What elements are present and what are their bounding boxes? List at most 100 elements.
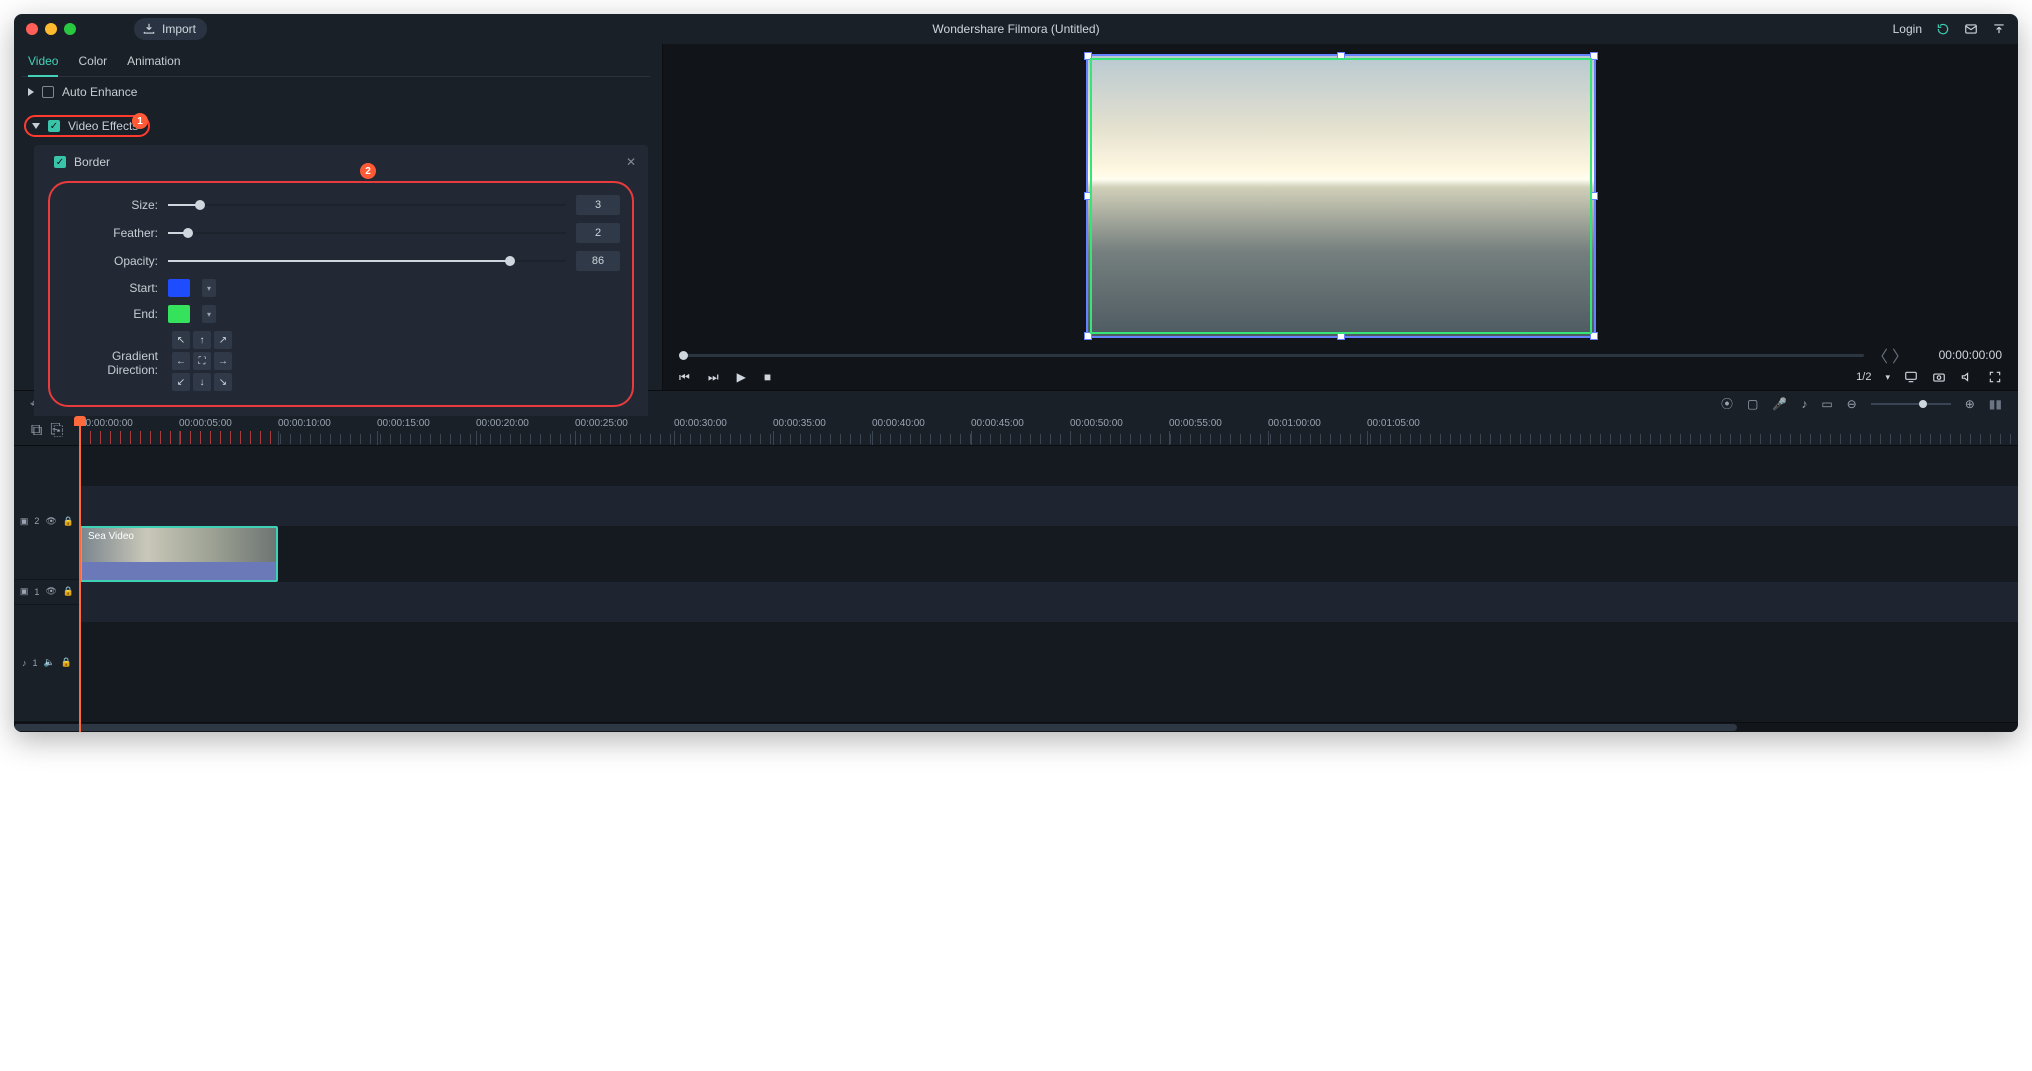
ratio-icon[interactable]: ▭ <box>1821 397 1832 411</box>
grad-dir-se[interactable]: ↘ <box>214 373 232 391</box>
tab-color[interactable]: Color <box>78 50 107 76</box>
minimize-window-icon[interactable] <box>45 23 57 35</box>
grad-dir-sw[interactable]: ↙ <box>172 373 190 391</box>
mic-icon[interactable]: 🎤 <box>1772 397 1787 411</box>
video-effects-label: Video Effects <box>68 119 138 133</box>
feather-value[interactable]: 2 <box>576 223 620 243</box>
auto-enhance-section: Auto Enhance <box>22 77 650 107</box>
tab-animation[interactable]: Animation <box>127 50 180 76</box>
video-track-icon: ▣ <box>20 586 29 597</box>
end-color-swatch[interactable] <box>168 305 190 323</box>
grad-dir-nw[interactable]: ↖ <box>172 331 190 349</box>
stop-icon[interactable]: ■ <box>764 370 771 385</box>
zoom-out-icon[interactable]: ⊖ <box>1847 397 1857 411</box>
audio-track-icon: ♪ <box>22 658 27 668</box>
mixer-icon[interactable]: ♪ <box>1801 397 1807 411</box>
feather-label: Feather: <box>62 226 158 240</box>
preview-controls: ⏮ ⏭ ▶ ■ 1/2 ▾ <box>663 364 2018 390</box>
resize-handle-e[interactable] <box>1590 192 1598 200</box>
timeline-tracks: ▣2 👁 🔒 ▣1 👁 🔒 ♪1 🔈 🔒 <box>14 446 2018 722</box>
grad-dir-n[interactable]: ↑ <box>193 331 211 349</box>
auto-enhance-checkbox[interactable] <box>42 86 54 98</box>
grad-dir-w[interactable]: ← <box>172 352 190 370</box>
playhead[interactable] <box>79 416 81 732</box>
refresh-icon[interactable] <box>1936 22 1950 36</box>
size-value[interactable]: 3 <box>576 195 620 215</box>
close-window-icon[interactable] <box>26 23 38 35</box>
timeline-scrollbar[interactable] <box>14 722 2018 732</box>
size-slider[interactable] <box>168 204 566 206</box>
ruler-tick: 00:00:10:00 <box>278 418 331 429</box>
login-link[interactable]: Login <box>1893 22 1922 36</box>
ruler-head-tools: ⧉ ⎘ <box>14 416 80 445</box>
grad-dir-center[interactable]: ⛶ <box>193 352 211 370</box>
lock-icon[interactable]: 🔒 <box>61 657 72 668</box>
fullscreen-icon[interactable] <box>1988 370 2002 384</box>
toggle-arrow-icon[interactable] <box>28 88 34 96</box>
zoom-slider[interactable] <box>1871 403 1951 405</box>
lock-icon[interactable]: 🔒 <box>63 516 74 527</box>
ruler-scale[interactable]: 00:00:00:0000:00:05:0000:00:10:0000:00:1… <box>80 416 2018 445</box>
end-color-dropdown[interactable]: ▾ <box>202 305 216 323</box>
preview-scrubber[interactable] <box>679 354 1864 357</box>
step-forward-icon[interactable]: ⏭ <box>708 370 719 385</box>
chevron-down-icon[interactable]: ▾ <box>1885 372 1890 383</box>
toggle-arrow-icon[interactable] <box>32 123 40 129</box>
tab-video[interactable]: Video <box>28 50 58 76</box>
annotation-badge-2: 2 <box>360 163 376 179</box>
track-head-a1: ♪1 🔈 🔒 <box>14 605 80 722</box>
feather-slider[interactable] <box>168 232 566 234</box>
export-icon[interactable] <box>1992 22 2006 36</box>
grad-dir-s[interactable]: ↓ <box>193 373 211 391</box>
clip-title: Sea Video <box>88 531 134 542</box>
close-icon[interactable]: ✕ <box>626 155 636 169</box>
lock-icon[interactable]: 🔒 <box>63 586 74 597</box>
resize-handle-n[interactable] <box>1337 52 1345 60</box>
video-track-icon: ▣ <box>20 516 29 527</box>
maximize-window-icon[interactable] <box>64 23 76 35</box>
preview-frame[interactable] <box>1086 54 1596 338</box>
zoom-in-icon[interactable]: ⊕ <box>1965 397 1975 411</box>
timeline-clip[interactable]: Sea Video <box>80 526 278 582</box>
window-controls <box>26 23 76 35</box>
resize-handle-sw[interactable] <box>1084 332 1092 340</box>
start-color-dropdown[interactable]: ▾ <box>202 279 216 297</box>
inspector-tabs: Video Color Animation <box>22 44 650 77</box>
resize-handle-ne[interactable] <box>1590 52 1598 60</box>
resize-handle-w[interactable] <box>1084 192 1092 200</box>
preview-scale[interactable]: 1/2 <box>1856 371 1871 383</box>
grad-dir-ne[interactable]: ↗ <box>214 331 232 349</box>
camera-icon[interactable] <box>1932 370 1946 384</box>
render-icon[interactable]: ⦿ <box>1721 395 1733 412</box>
import-button[interactable]: Import <box>134 18 207 40</box>
grad-dir-e[interactable]: → <box>214 352 232 370</box>
start-color-swatch[interactable] <box>168 279 190 297</box>
ruler-tick: 00:00:45:00 <box>971 418 1024 429</box>
preview-viewport[interactable] <box>663 44 2018 346</box>
fit-timeline-icon[interactable]: ▮▮ <box>1989 397 2002 411</box>
magnet-icon[interactable]: ⧉ <box>31 422 42 440</box>
visibility-icon[interactable]: 👁 <box>45 586 56 597</box>
volume-icon[interactable] <box>1960 370 1974 384</box>
timeline-panel: ⧉ ⎘ 00:00:00:0000:00:05:0000:00:10:0000:… <box>14 416 2018 732</box>
resize-handle-se[interactable] <box>1590 332 1598 340</box>
timeline-ruler: ⧉ ⎘ 00:00:00:0000:00:05:0000:00:10:0000:… <box>14 416 2018 446</box>
resize-handle-nw[interactable] <box>1084 52 1092 60</box>
mail-icon[interactable] <box>1964 22 1978 36</box>
clip-audio-lane <box>82 562 276 580</box>
visibility-icon[interactable]: 👁 <box>45 516 56 527</box>
play-icon[interactable]: ▶ <box>737 370 746 385</box>
opacity-value[interactable]: 86 <box>576 251 620 271</box>
mute-icon[interactable]: 🔈 <box>44 657 55 668</box>
link-icon[interactable]: ⎘ <box>50 422 63 440</box>
timeline-body[interactable]: Sea Video <box>80 446 2018 722</box>
opacity-slider[interactable] <box>168 260 566 262</box>
monitor-icon[interactable] <box>1904 370 1918 384</box>
resize-handle-s[interactable] <box>1337 332 1345 340</box>
border-checkbox[interactable]: ✓ <box>54 156 66 168</box>
prev-clip-icon[interactable]: ⏮ <box>679 370 690 385</box>
marker-icon[interactable]: ▢ <box>1747 397 1758 411</box>
video-effects-checkbox[interactable]: ✓ <box>48 120 60 132</box>
annotation-outline-2: 2 Size: 3 Feather: 2 Opacity: 86 <box>48 181 634 407</box>
ruler-tick: 00:00:15:00 <box>377 418 430 429</box>
